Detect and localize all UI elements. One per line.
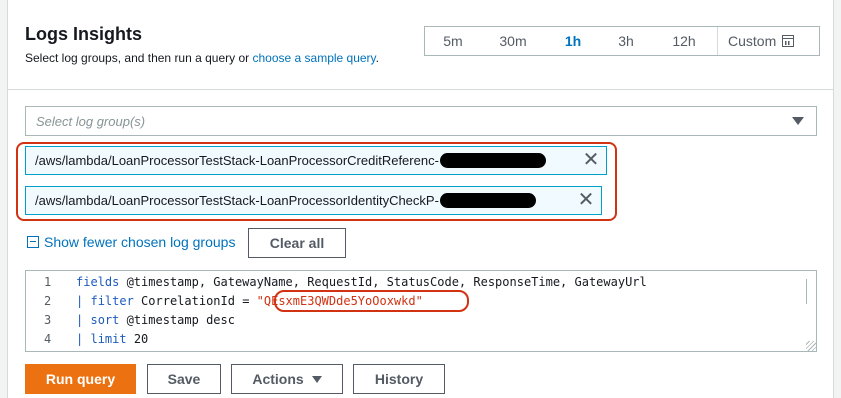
log-group-placeholder: Select log group(s): [36, 113, 146, 129]
actions-dropdown-button[interactable]: Actions: [231, 364, 343, 394]
sample-query-link[interactable]: choose a sample query: [252, 51, 375, 65]
run-query-button[interactable]: Run query: [25, 364, 136, 394]
caret-down-icon: [311, 375, 322, 383]
redaction-mark: [439, 193, 536, 208]
subtitle-text: Select log groups, and then run a query …: [25, 51, 253, 65]
page-subtitle: Select log groups, and then run a query …: [25, 51, 379, 65]
code-text: @timestamp desc: [119, 313, 235, 327]
pipe-operator: |: [76, 294, 84, 308]
line-number: 4: [44, 332, 52, 346]
line-number: 3: [44, 313, 52, 327]
line-number: 2: [44, 294, 52, 308]
code-text: @timestamp, GatewayName, RequestId, Stat…: [119, 275, 647, 289]
subtitle-suffix: .: [375, 51, 380, 65]
collapse-icon: [27, 236, 39, 248]
history-button[interactable]: History: [353, 364, 445, 394]
query-line: | sort @timestamp desc: [76, 313, 235, 327]
chosen-log-group-token: /aws/lambda/LoanProcessorTestStack-LoanP…: [25, 186, 602, 215]
calendar-icon: [782, 35, 795, 47]
actions-label: Actions: [252, 371, 304, 387]
page-header: Logs Insights Select log groups, and the…: [8, 0, 833, 90]
pipe-operator: |: [76, 313, 84, 327]
line-number-gutter: 1 2 3 4: [26, 271, 66, 351]
clear-all-button[interactable]: Clear all: [248, 228, 346, 258]
query-line: | limit 20: [76, 332, 148, 346]
chosen-log-group-token: /aws/lambda/LoanProcessorTestStack-LoanP…: [25, 146, 607, 175]
time-range-custom[interactable]: Custom: [717, 27, 819, 55]
resize-handle-icon[interactable]: [806, 341, 816, 351]
caret-down-icon: [792, 117, 804, 125]
query-editor[interactable]: 1 2 3 4 fields @timestamp, GatewayName, …: [25, 270, 817, 352]
log-group-name: /aws/lambda/LoanProcessorTestStack-LoanP…: [35, 193, 439, 208]
show-fewer-toggle[interactable]: Show fewer chosen log groups: [27, 234, 235, 250]
remove-token-icon[interactable]: ✕: [581, 150, 601, 170]
editor-scroll-divider: [806, 279, 807, 304]
log-group-name: /aws/lambda/LoanProcessorTestStack-LoanP…: [35, 153, 439, 168]
pipe-operator: |: [76, 332, 84, 346]
time-range-30m[interactable]: 30m: [481, 27, 545, 55]
show-fewer-label: Show fewer chosen log groups: [44, 234, 236, 250]
query-line: fields @timestamp, GatewayName, RequestI…: [76, 275, 647, 289]
code-text: 20: [126, 332, 149, 346]
log-group-select[interactable]: Select log group(s): [25, 106, 817, 136]
keyword: filter: [90, 294, 134, 308]
line-number: 1: [44, 275, 52, 289]
custom-label: Custom: [728, 33, 777, 49]
keyword: fields: [76, 275, 120, 289]
keyword: sort: [90, 313, 120, 327]
time-range-5m[interactable]: 5m: [425, 27, 481, 55]
time-range-selector: 5m 30m 1h 3h 12h Custom: [424, 26, 820, 56]
remove-token-icon[interactable]: ✕: [576, 190, 596, 210]
redaction-mark: [439, 153, 546, 168]
code-text: CorrelationId =: [133, 294, 257, 308]
time-range-1h[interactable]: 1h: [545, 27, 601, 55]
page-title: Logs Insights: [25, 24, 142, 44]
annotation-highlight-correlation-id: [274, 290, 469, 312]
save-button[interactable]: Save: [147, 364, 221, 394]
time-range-12h[interactable]: 12h: [651, 27, 717, 55]
keyword: limit: [90, 332, 127, 346]
time-range-3h[interactable]: 3h: [601, 27, 651, 55]
